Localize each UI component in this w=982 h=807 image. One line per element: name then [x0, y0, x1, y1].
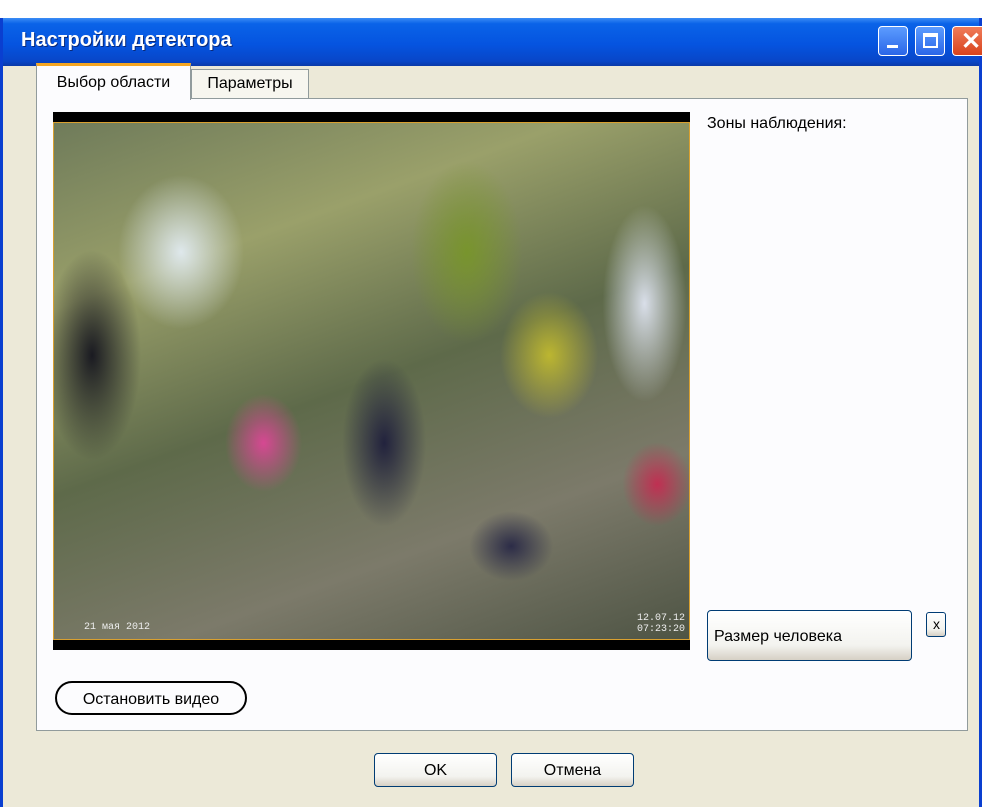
remove-zone-button[interactable]: x: [926, 612, 946, 637]
person-size-button[interactable]: Размер человека: [707, 610, 912, 661]
window-title: Настройки детектора: [21, 29, 232, 51]
tab-panel: 21 мая 2012 12.07.12 07:23:20 Зоны наблю…: [36, 98, 968, 731]
close-button[interactable]: ✕: [952, 26, 982, 56]
minimize-button[interactable]: [878, 26, 908, 56]
maximize-icon: [923, 33, 938, 48]
zones-label: Зоны наблюдения:: [707, 115, 847, 132]
video-preview[interactable]: 21 мая 2012 12.07.12 07:23:20: [53, 112, 690, 650]
maximize-button[interactable]: [915, 26, 945, 56]
ok-button[interactable]: OK: [374, 753, 497, 787]
tab-area-selection[interactable]: Выбор области: [36, 63, 191, 100]
video-osd-date: 21 мая 2012: [84, 622, 151, 633]
title-bar[interactable]: Настройки детектора ✕: [3, 18, 982, 66]
video-osd-time-right: 07:23:20: [636, 624, 685, 635]
minimize-icon: [887, 45, 898, 48]
camera-image[interactable]: 21 мая 2012 12.07.12 07:23:20: [53, 122, 690, 640]
video-osd-date-right: 12.07.12: [636, 613, 685, 624]
video-osd-timestamp: 12.07.12 07:23:20: [637, 613, 685, 635]
stop-video-button[interactable]: Остановить видео: [55, 681, 247, 715]
cancel-button[interactable]: Отмена: [511, 753, 634, 787]
tab-parameters[interactable]: Параметры: [191, 69, 309, 98]
close-icon: ✕: [961, 28, 982, 55]
